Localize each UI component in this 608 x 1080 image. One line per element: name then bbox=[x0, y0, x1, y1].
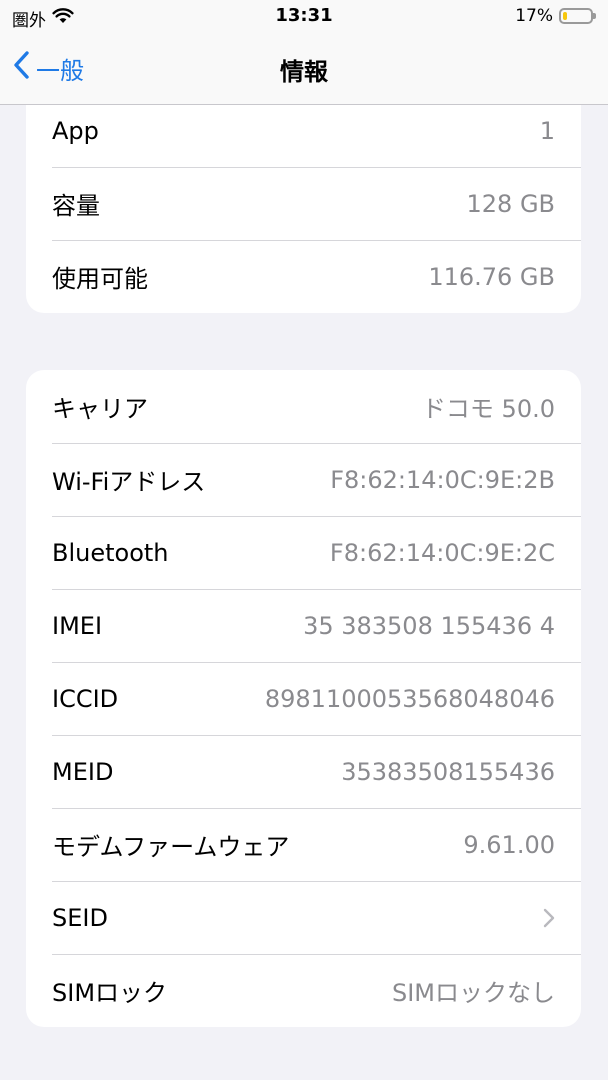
info-row-bluetooth: Bluetooth F8:62:14:0C:9E:2C bbox=[26, 516, 581, 589]
row-label: Bluetooth bbox=[52, 538, 169, 567]
row-label: IMEI bbox=[52, 611, 103, 640]
row-label: キャリア bbox=[52, 395, 148, 423]
storage-group: App 1 容量 128 GB 使用可能 116.76 GB bbox=[26, 94, 581, 313]
row-label: ICCID bbox=[52, 684, 119, 713]
info-row-iccid: ICCID 8981100053568048046 bbox=[26, 662, 581, 735]
nav-bar: 一般 情報 bbox=[0, 34, 608, 105]
row-label: App bbox=[52, 116, 99, 145]
info-row-imei: IMEI 35 383508 155436 4 bbox=[26, 589, 581, 662]
row-value: F8:62:14:0C:9E:2B bbox=[330, 465, 555, 494]
row-label: SEID bbox=[52, 903, 108, 932]
row-value: ドコモ 50.0 bbox=[421, 395, 555, 423]
info-row-seid[interactable]: SEID bbox=[26, 881, 581, 954]
row-value: 8981100053568048046 bbox=[264, 684, 555, 713]
info-row-carrier: キャリア ドコモ 50.0 bbox=[26, 370, 581, 443]
info-row-capacity: 容量 128 GB bbox=[26, 167, 581, 240]
row-value: SIMロックなし bbox=[391, 979, 555, 1007]
status-right: 17% bbox=[515, 6, 596, 26]
row-value: 9.61.00 bbox=[463, 830, 555, 859]
info-row-meid: MEID 35383508155436 bbox=[26, 735, 581, 808]
row-value: 116.76 GB bbox=[428, 262, 555, 291]
battery-percent: 17% bbox=[515, 6, 553, 26]
row-label: 容量 bbox=[52, 192, 100, 220]
row-label: Wi-Fiアドレス bbox=[52, 468, 206, 496]
row-value: F8:62:14:0C:9E:2C bbox=[329, 538, 555, 567]
row-label: SIMロック bbox=[52, 979, 168, 1007]
info-row-wifi-address: Wi-Fiアドレス F8:62:14:0C:9E:2B bbox=[26, 443, 581, 516]
info-row-modem-firmware: モデムファームウェア 9.61.00 bbox=[26, 808, 581, 881]
row-label: モデムファームウェア bbox=[52, 833, 290, 861]
battery-icon bbox=[559, 8, 596, 24]
row-value: 35 383508 155436 4 bbox=[303, 611, 555, 640]
row-value: 35383508155436 bbox=[341, 757, 555, 786]
battery-cap bbox=[593, 13, 596, 19]
page-title: 情報 bbox=[280, 58, 328, 86]
network-group: キャリア ドコモ 50.0 Wi-Fiアドレス F8:62:14:0C:9E:2… bbox=[26, 370, 581, 1027]
chevron-right-icon bbox=[543, 908, 555, 928]
battery-body bbox=[559, 8, 593, 24]
row-label: MEID bbox=[52, 757, 114, 786]
row-value: 1 bbox=[539, 116, 555, 145]
battery-fill bbox=[563, 12, 567, 20]
status-bar: 圏外 13:31 17% bbox=[0, 0, 608, 34]
info-row-sim-lock: SIMロック SIMロックなし bbox=[26, 954, 581, 1027]
row-value: 128 GB bbox=[466, 189, 556, 218]
row-label: 使用可能 bbox=[52, 265, 148, 293]
info-row-available: 使用可能 116.76 GB bbox=[26, 240, 581, 313]
